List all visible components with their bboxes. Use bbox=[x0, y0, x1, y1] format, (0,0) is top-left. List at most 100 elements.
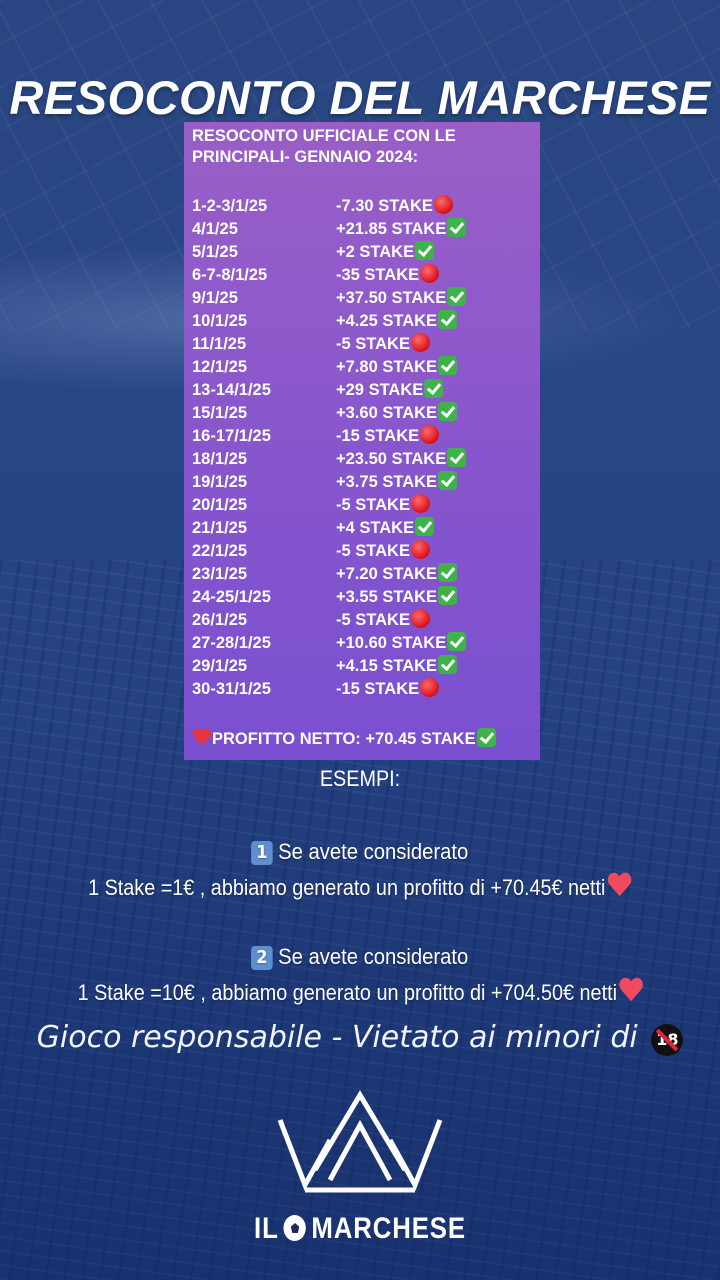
row-date: 4/1/25 bbox=[192, 220, 238, 238]
row-value: -5 STAKE bbox=[336, 333, 430, 356]
red-circle-icon bbox=[420, 425, 440, 444]
row-date: 1-2-3/1/25 bbox=[192, 197, 268, 215]
row-value-text: +21.85 STAKE bbox=[336, 220, 447, 238]
check-icon bbox=[438, 563, 458, 582]
check-icon bbox=[438, 586, 458, 605]
row-date: 24-25/1/25 bbox=[192, 588, 271, 606]
brand-left: IL bbox=[254, 1212, 279, 1245]
row-value-text: -5 STAKE bbox=[336, 335, 410, 353]
report-row: 16-17/1/25 -15 STAKE bbox=[192, 425, 540, 448]
row-value-text: -15 STAKE bbox=[336, 680, 420, 698]
keycap-2-icon: 2 bbox=[251, 946, 273, 970]
example-2-line1: Se avete considerato bbox=[278, 944, 469, 969]
row-value: -15 STAKE bbox=[336, 678, 440, 701]
report-row: 12/1/25 +7.80 STAKE bbox=[192, 356, 540, 379]
report-heading-line2: PRINCIPALI- GENNAIO 2024: bbox=[192, 148, 419, 166]
row-value-text: +7.80 STAKE bbox=[336, 358, 438, 376]
check-icon bbox=[438, 471, 458, 490]
row-value: +3.60 STAKE bbox=[336, 402, 458, 425]
report-row: 23/1/25 +7.20 STAKE bbox=[192, 563, 540, 586]
row-value-text: +7.20 STAKE bbox=[336, 565, 438, 583]
check-icon bbox=[447, 632, 467, 651]
keycap-1-icon: 1 bbox=[251, 841, 273, 865]
heart-icon bbox=[607, 873, 632, 899]
row-value-text: +3.55 STAKE bbox=[336, 588, 438, 606]
row-date: 12/1/25 bbox=[192, 358, 248, 376]
check-icon bbox=[415, 241, 435, 260]
check-icon bbox=[476, 728, 496, 747]
row-value-text: +2 STAKE bbox=[336, 243, 415, 261]
row-date: 20/1/25 bbox=[192, 496, 248, 514]
row-date: 22/1/25 bbox=[192, 542, 248, 560]
report-row: 27-28/1/25 +10.60 STAKE bbox=[192, 632, 540, 655]
row-value: +3.75 STAKE bbox=[336, 471, 458, 494]
check-icon bbox=[424, 379, 444, 398]
report-row: 9/1/25 +37.50 STAKE bbox=[192, 287, 540, 310]
row-value: +2 STAKE bbox=[336, 241, 435, 264]
report-row: 6-7-8/1/25 -35 STAKE bbox=[192, 264, 540, 287]
report-row: 1-2-3/1/25 -7.30 STAKE bbox=[192, 195, 540, 218]
net-profit: PROFITTO NETTO: +70.45 STAKE bbox=[192, 728, 496, 749]
report-row: 21/1/25 +4 STAKE bbox=[192, 517, 540, 540]
report-row: 10/1/25 +4.25 STAKE bbox=[192, 310, 540, 333]
heart-icon bbox=[618, 978, 643, 1004]
report-row: 26/1/25 -5 STAKE bbox=[192, 609, 540, 632]
row-value: -5 STAKE bbox=[336, 540, 430, 563]
row-value: +10.60 STAKE bbox=[336, 632, 467, 655]
red-circle-icon bbox=[410, 609, 430, 628]
crown-logo-icon bbox=[277, 1090, 443, 1193]
row-date: 6-7-8/1/25 bbox=[192, 266, 268, 284]
example-1-line1: Se avete considerato bbox=[278, 839, 469, 864]
report-row: 19/1/25 +3.75 STAKE bbox=[192, 471, 540, 494]
row-date: 30-31/1/25 bbox=[192, 680, 271, 698]
row-value-text: -7.30 STAKE bbox=[336, 197, 433, 215]
row-date: 18/1/25 bbox=[192, 450, 248, 468]
report-row: 11/1/25 -5 STAKE bbox=[192, 333, 540, 356]
row-value: +4.25 STAKE bbox=[336, 310, 458, 333]
check-icon bbox=[438, 356, 458, 375]
check-icon bbox=[438, 655, 458, 674]
check-icon bbox=[438, 310, 458, 329]
row-value-text: -5 STAKE bbox=[336, 542, 410, 560]
red-circle-icon bbox=[420, 264, 440, 283]
row-date: 9/1/25 bbox=[192, 289, 238, 307]
report-row: 4/1/25 +21.85 STAKE bbox=[192, 218, 540, 241]
row-value: +7.20 STAKE bbox=[336, 563, 458, 586]
row-value: -5 STAKE bbox=[336, 494, 430, 517]
row-value-text: +4.25 STAKE bbox=[336, 312, 438, 330]
check-icon bbox=[447, 287, 467, 306]
row-value: +21.85 STAKE bbox=[336, 218, 467, 241]
report-row: 5/1/25 +2 STAKE bbox=[192, 241, 540, 264]
row-date: 5/1/25 bbox=[192, 243, 238, 261]
check-icon bbox=[415, 517, 435, 536]
row-date: 10/1/25 bbox=[192, 312, 248, 330]
row-value-text: +10.60 STAKE bbox=[336, 634, 447, 652]
page-title: RESOCONTO DEL MARCHESE bbox=[9, 71, 711, 124]
row-date: 26/1/25 bbox=[192, 611, 248, 629]
red-circle-icon bbox=[433, 195, 453, 214]
examples-title: ESEMPI: bbox=[319, 766, 401, 791]
report-row: 22/1/25 -5 STAKE bbox=[192, 540, 540, 563]
red-circle-icon bbox=[410, 540, 430, 559]
row-date: 15/1/25 bbox=[192, 404, 248, 422]
example-1-line2: 1 Stake =1€ , abbiamo generato un profit… bbox=[88, 875, 606, 900]
report-rows: 1-2-3/1/25 -7.30 STAKE 4/1/25 +21.85 STAKE 5… bbox=[192, 195, 540, 701]
row-value-text: +23.50 STAKE bbox=[336, 450, 447, 468]
row-value-text: +3.60 STAKE bbox=[336, 404, 438, 422]
row-value-text: -15 STAKE bbox=[336, 427, 420, 445]
example-2: 2 Se avete considerato 1 Stake =10€ , abb… bbox=[0, 939, 720, 1011]
example-2-line2: 1 Stake =10€ , abbiamo generato un profi… bbox=[77, 980, 617, 1005]
row-value: -15 STAKE bbox=[336, 425, 440, 448]
row-value: +7.80 STAKE bbox=[336, 356, 458, 379]
row-value-text: +4 STAKE bbox=[336, 519, 415, 537]
row-value-text: -5 STAKE bbox=[336, 496, 410, 514]
red-circle-icon bbox=[410, 494, 430, 513]
row-value: +3.55 STAKE bbox=[336, 586, 458, 609]
row-value: +23.50 STAKE bbox=[336, 448, 467, 471]
row-date: 29/1/25 bbox=[192, 657, 248, 675]
row-value: +4 STAKE bbox=[336, 517, 435, 540]
row-date: 21/1/25 bbox=[192, 519, 248, 537]
row-value-text: +3.75 STAKE bbox=[336, 473, 438, 491]
responsible-gaming-text: Gioco responsabile - Vietato ai minori d… bbox=[36, 1020, 638, 1055]
row-value-text: -5 STAKE bbox=[336, 611, 410, 629]
